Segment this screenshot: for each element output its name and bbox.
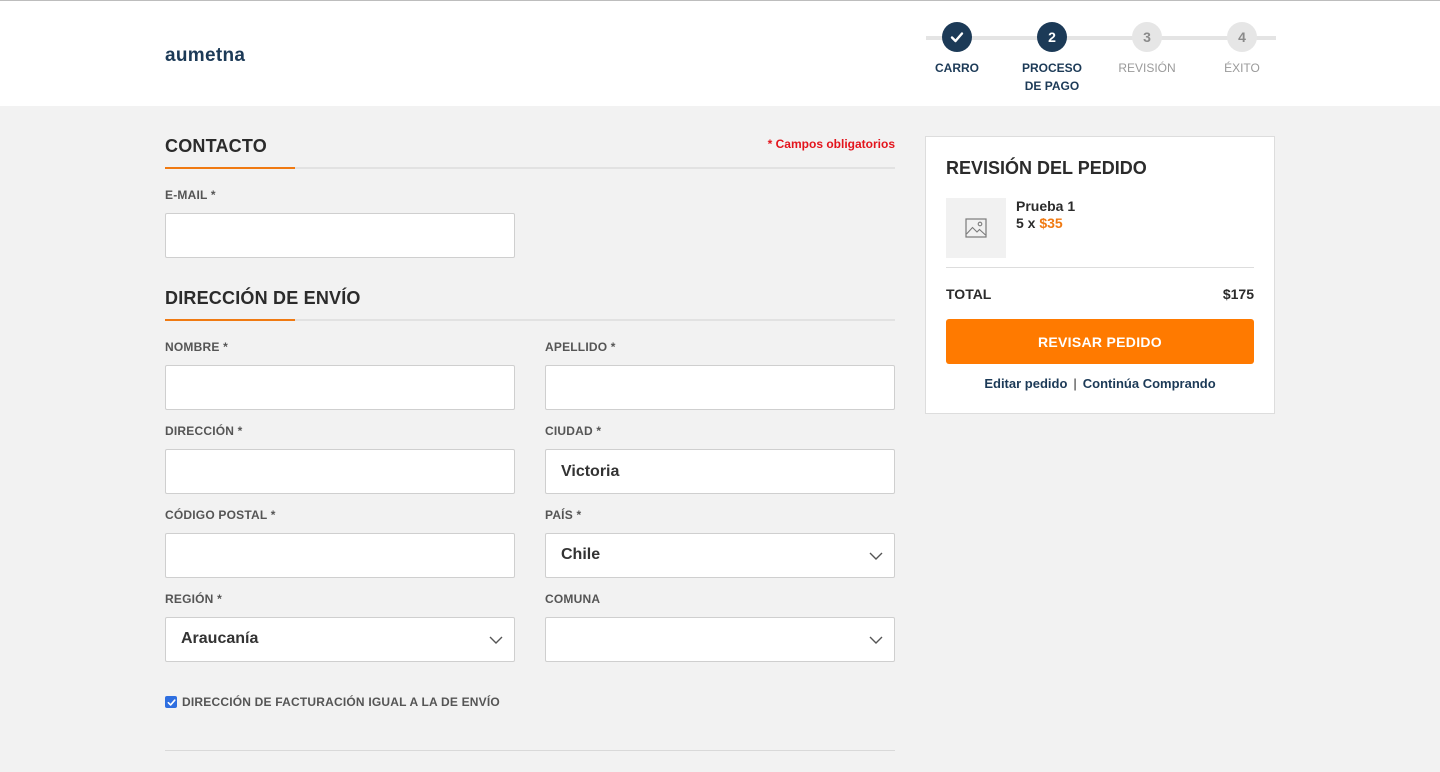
billing-same-label[interactable]: DIRECCIÓN DE FACTURACIÓN IGUAL A LA DE E… (182, 695, 500, 709)
region-select[interactable]: Araucanía (165, 617, 515, 662)
check-icon (167, 698, 176, 706)
ciudad-label: CIUDAD * (545, 424, 602, 438)
step-number: 2 (1037, 22, 1067, 52)
step-number: 3 (1132, 22, 1162, 52)
section-title-direccion-envio: DIRECCIÓN DE ENVÍO (165, 288, 361, 308)
step-label-line: PROCESO (1021, 61, 1082, 75)
codigo-postal-field-wrapper (165, 533, 515, 578)
email-field-wrapper (165, 213, 515, 258)
direccion-label: DIRECCIÓN * (165, 424, 243, 438)
direccion-field-wrapper (165, 449, 515, 494)
step-label: ÉXITO (1224, 61, 1260, 75)
pais-select-value: Chile (561, 546, 601, 563)
quantity-text: 5 x (1016, 215, 1036, 231)
section-accent (165, 319, 295, 321)
nombre-field[interactable] (166, 366, 514, 409)
product-name: Prueba 1 (1016, 198, 1076, 214)
total-label: TOTAL (946, 286, 992, 302)
pais-label: PAÍS * (545, 508, 582, 522)
apellido-field-wrapper (545, 365, 895, 410)
codigo-postal-label: CÓDIGO POSTAL * (165, 508, 276, 522)
step-label-line: DE PAGO (1024, 79, 1080, 93)
divider (165, 750, 895, 751)
product-thumbnail (946, 198, 1006, 258)
step-number: 4 (1227, 22, 1257, 52)
order-summary-panel: REVISIÓN DEL PEDIDO Prueba 1 5 x $35 TOT… (925, 136, 1275, 414)
continue-shopping-link[interactable]: Continúa Comprando (1083, 376, 1216, 391)
pais-select[interactable]: Chile (545, 533, 895, 578)
step-label: PROCESO DE PAGO (1007, 59, 1097, 95)
direccion-field[interactable] (166, 450, 514, 493)
product-quantity: 5 x $35 (1016, 215, 1063, 231)
region-label: REGIÓN * (165, 592, 222, 606)
review-order-button[interactable]: REVISAR PEDIDO (946, 319, 1254, 364)
nombre-label: NOMBRE * (165, 340, 228, 354)
edit-order-link[interactable]: Editar pedido (984, 376, 1067, 391)
section-accent (165, 167, 295, 169)
step-label: REVISIÓN (1118, 61, 1176, 75)
codigo-postal-field[interactable] (166, 534, 514, 577)
chevron-down-icon (869, 552, 883, 560)
comuna-label: COMUNA (545, 592, 601, 606)
email-field[interactable] (166, 214, 514, 257)
region-select-value: Araucanía (181, 630, 259, 647)
summary-links: Editar pedido | Continúa Comprando (926, 376, 1274, 391)
billing-same-row: DIRECCIÓN DE FACTURACIÓN IGUAL A LA DE E… (165, 695, 500, 709)
product-price: $35 (1039, 215, 1063, 231)
total-value: $175 (1222, 286, 1254, 302)
image-placeholder-icon (965, 218, 987, 238)
apellido-field[interactable] (546, 366, 894, 409)
order-summary-title: REVISIÓN DEL PEDIDO (946, 158, 1147, 178)
apellido-label: APELLIDO * (545, 340, 616, 354)
header: aumetna CARRO 2 PROCESO DE PAGO 3 REVISI… (0, 0, 1440, 106)
link-separator: | (1073, 376, 1077, 391)
comuna-select[interactable] (545, 617, 895, 662)
billing-same-checkbox[interactable] (165, 696, 177, 708)
required-fields-note: * Campos obligatorios (767, 137, 895, 151)
step-proceso-de-pago: 2 PROCESO DE PAGO (1007, 21, 1097, 95)
nombre-field-wrapper (165, 365, 515, 410)
chevron-down-icon (489, 636, 503, 644)
brand-logo[interactable]: aumetna (165, 45, 245, 67)
ciudad-field[interactable] (546, 450, 894, 493)
step-exito: 4 ÉXITO (1197, 21, 1287, 77)
step-label: CARRO (935, 61, 979, 75)
check-icon (942, 22, 972, 52)
email-label: E-MAIL * (165, 188, 216, 202)
section-title-contacto: CONTACTO (165, 136, 267, 156)
step-carro[interactable]: CARRO (912, 21, 1002, 77)
chevron-down-icon (869, 636, 883, 644)
ciudad-field-wrapper (545, 449, 895, 494)
step-revision: 3 REVISIÓN (1102, 21, 1192, 77)
divider (946, 267, 1254, 268)
checkout-steps: CARRO 2 PROCESO DE PAGO 3 REVISIÓN 4 ÉXI… (910, 21, 1290, 101)
